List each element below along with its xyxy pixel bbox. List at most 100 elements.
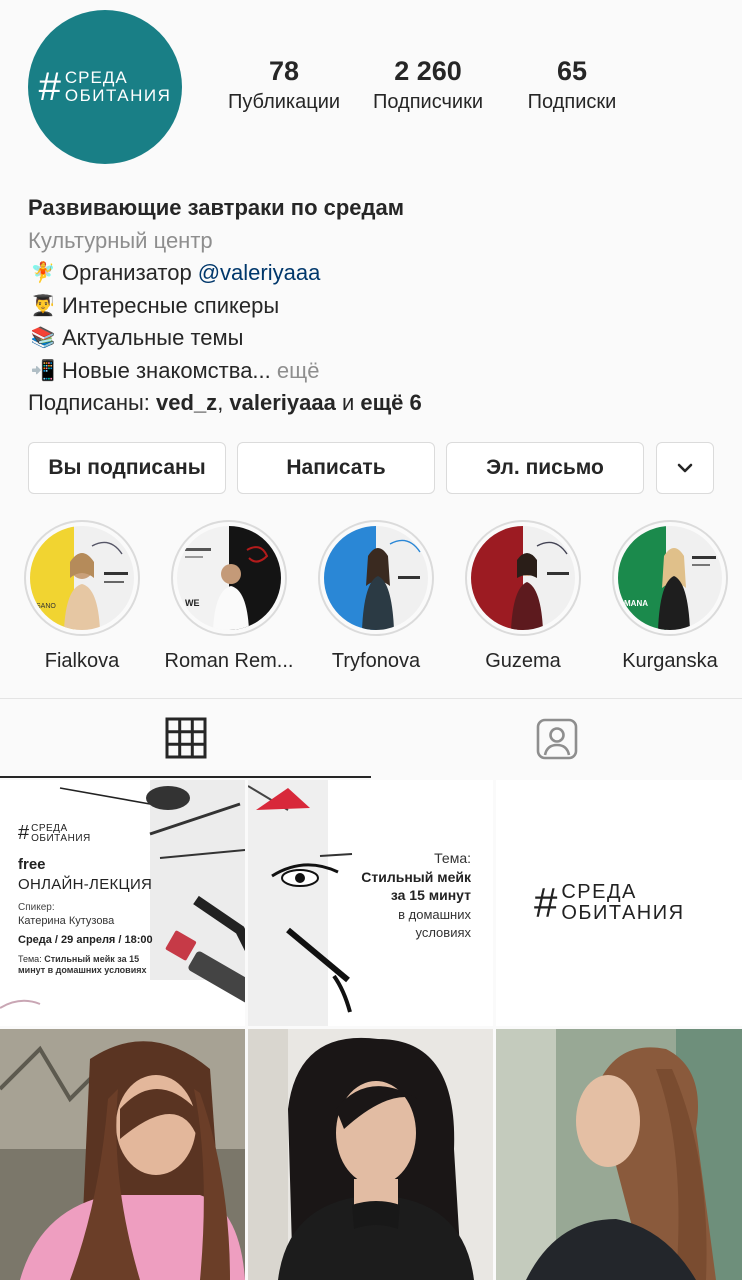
highlight-ring: WE (171, 520, 287, 636)
svg-text:SANO: SANO (36, 603, 56, 610)
chevron-down-icon (677, 463, 693, 473)
highlight-label: Tryfonova (331, 650, 421, 672)
profile-avatar[interactable]: # СРЕДА ОБИТАНИЯ (28, 10, 182, 164)
svg-text:WE: WE (185, 598, 200, 608)
student-emoji-icon: 👨‍🎓 (30, 294, 56, 317)
suggested-dropdown-button[interactable] (656, 442, 714, 494)
bio-line-text: Организатор (62, 260, 192, 285)
post-lecture[interactable]: # СРЕДА ОБИТАНИЯ free ОНЛАЙН-ЛЕКЦИЯ Спик… (0, 780, 245, 1026)
highlight-item[interactable]: MANA Kurganska (600, 520, 740, 673)
stat-followers-label: Подписчики (372, 91, 484, 113)
stat-following-label: Подписки (527, 91, 617, 113)
bio-line-text: Интересные спикеры (62, 292, 280, 318)
svg-text:MANA: MANA (624, 599, 648, 608)
profile-tabs (0, 698, 742, 778)
highlight-cover: MANA (618, 526, 722, 630)
stat-following-value: 65 (556, 56, 588, 86)
topic-title-line-2: за 15 минут (390, 887, 471, 904)
highlight-item[interactable]: Guzema (453, 520, 593, 673)
bio-line-text: Актуальные темы (62, 325, 244, 350)
topic-title: Стильный мейк за 15 минут (361, 868, 471, 904)
bio-line-organizer: 🧚 Организатор @valeriyaaa (28, 257, 722, 290)
topic-sub-line-1: в домашних (398, 907, 471, 922)
followed-by-user-1: ved_z (156, 390, 218, 415)
followed-by-others: ещё 6 (360, 390, 422, 415)
post-logo-line-1: СРЕДА (561, 881, 637, 903)
books-emoji-icon: 📚 (30, 327, 56, 349)
brand-logo: # СРЕДА ОБИТАНИЯ (39, 67, 172, 107)
fairy-emoji-icon: 🧚 (30, 262, 56, 284)
highlight-label: Guzema (485, 650, 561, 672)
bio-line-topics: 📚 Актуальные темы (28, 322, 722, 355)
tab-tagged[interactable] (371, 699, 742, 778)
bio-line-speakers: 👨‍🎓 Интересные спикеры (28, 290, 722, 323)
lecture-logo-hash: # (18, 822, 30, 844)
lecture-topic-prefix: Тема: (18, 954, 45, 964)
post-logo[interactable]: # СРЕДА ОБИТАНИЯ (496, 780, 742, 1026)
tagged-person-icon (536, 718, 577, 759)
followed-by-and: и (335, 390, 361, 415)
followed-by-prefix: Подписаны: (28, 390, 157, 415)
highlight-item[interactable]: Tryfonova (306, 520, 446, 673)
lecture-logo-line-1: СРЕДА (31, 822, 68, 834)
phone-arrow-emoji-icon: 📲 (30, 359, 56, 382)
post-logo-hash: # (534, 879, 558, 926)
profile-actions: Вы подписаны Написать Эл. письмо (28, 442, 714, 494)
highlight-ring (465, 520, 581, 636)
topic-sub-line-2: условиях (415, 924, 471, 940)
lecture-free: free (18, 856, 46, 873)
highlight-label: Fialkova (44, 650, 120, 672)
tab-grid[interactable] (0, 699, 371, 778)
highlight-cover: SANO (30, 526, 134, 630)
grid-icon (165, 717, 206, 758)
bio-more-link[interactable]: ещё (271, 355, 320, 388)
stat-followers-value: 2 260 (394, 56, 462, 86)
lecture-logo: # СРЕДА ОБИТАНИЯ (18, 822, 91, 845)
highlight-ring: SANO (24, 520, 140, 636)
post-logo-line-2: ОБИТАНИЯ (561, 902, 685, 924)
topic-label: Тема: (434, 850, 471, 866)
posts-grid: # СРЕДА ОБИТАНИЯ free ОНЛАЙН-ЛЕКЦИЯ Спик… (0, 780, 742, 1280)
post-topic[interactable]: Тема: Стильный мейк за 15 минут в домашн… (248, 780, 493, 1026)
post-photo[interactable] (496, 1029, 742, 1280)
mention-link[interactable]: @valeriyaaa (198, 257, 321, 290)
lecture-topic: Тема: Стильный мейк за 15 минут в домашн… (18, 954, 158, 977)
profile-bio: Развивающие завтраки по средам Культурны… (28, 192, 722, 420)
email-button[interactable]: Эл. письмо (446, 442, 644, 494)
lecture-speaker: Катерина Кутузова (18, 915, 115, 927)
topic-subtitle: в домашних условиях (398, 906, 471, 941)
lecture-logo-line-2: ОБИТАНИЯ (31, 832, 91, 844)
lecture-speaker-label: Спикер: (18, 902, 55, 913)
logo-hash: # (38, 65, 61, 109)
highlight-cover (324, 526, 428, 630)
followed-by-user-2: valeriyaaa (229, 390, 336, 415)
profile-category: Культурный центр (28, 227, 213, 253)
highlight-label: Kurganska (622, 650, 718, 672)
logo-line-1: СРЕДА (64, 68, 128, 88)
highlight-ring: MANA (612, 520, 728, 636)
stat-posts-label: Публикации (227, 91, 341, 113)
lecture-date: Среда / 29 апреля / 18:00 (18, 934, 153, 946)
followed-by[interactable]: Подписаны: ved_z, valeriyaaa и ещё 6 (28, 387, 722, 420)
highlight-cover (471, 526, 575, 630)
post-photo[interactable] (0, 1029, 245, 1280)
message-button[interactable]: Написать (237, 442, 435, 494)
stat-followers[interactable]: 2 260 Подписчики (364, 56, 492, 114)
bio-line-networking: 📲 Новые знакомства... ещё (28, 355, 722, 388)
stat-following[interactable]: 65 Подписки (510, 56, 634, 114)
highlight-item[interactable]: SANO Fialkova (12, 520, 152, 673)
highlight-ring (318, 520, 434, 636)
post-brand-logo: # СРЕДА ОБИТАНИЯ (534, 882, 685, 924)
logo-line-2: ОБИТАНИЯ (64, 86, 172, 105)
following-button[interactable]: Вы подписаны (28, 442, 226, 494)
highlight-label: Roman Rem... (164, 650, 294, 672)
story-highlights: SANO Fialkova WE Roman Rem... Tryfonova … (0, 520, 742, 673)
highlight-item[interactable]: WE Roman Rem... (159, 520, 299, 673)
bio-line-text: Новые знакомства... (62, 357, 271, 383)
post-photo[interactable] (248, 1029, 493, 1280)
lecture-title: ОНЛАЙН-ЛЕКЦИЯ (18, 876, 153, 893)
stat-posts-value: 78 (268, 56, 300, 86)
profile-name: Развивающие завтраки по средам (28, 195, 404, 220)
stat-posts[interactable]: 78 Публикации (216, 56, 352, 114)
highlight-cover: WE (177, 526, 281, 630)
